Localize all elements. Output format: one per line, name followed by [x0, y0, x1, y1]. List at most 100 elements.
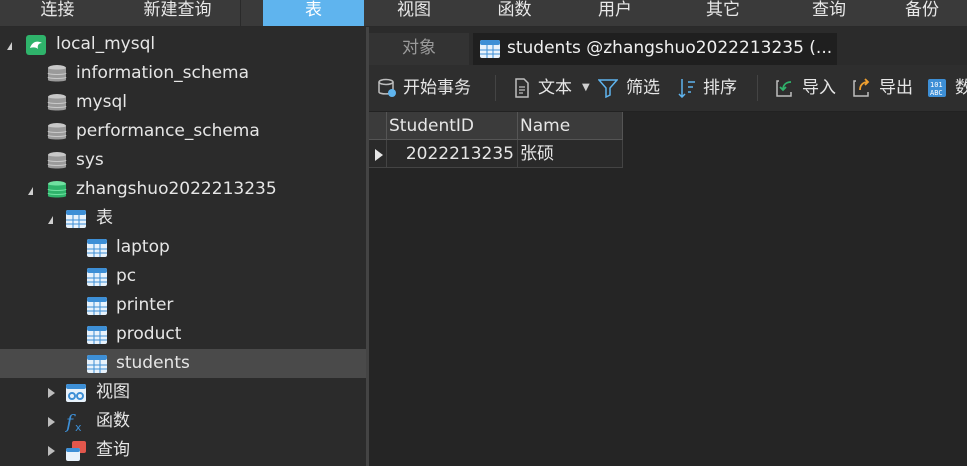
tree-label: 视图	[96, 382, 130, 402]
tree-label: laptop	[116, 237, 170, 257]
database-open-icon	[47, 181, 67, 198]
expand-arrow-icon[interactable]	[7, 42, 12, 50]
toolbar-divider	[757, 75, 758, 101]
table-cell[interactable]: 张硕	[518, 140, 623, 168]
tree-item-functions-group[interactable]: f x 函数	[0, 407, 366, 436]
grid-corner	[369, 112, 387, 140]
tree-item-tables-group[interactable]: 表	[0, 204, 366, 233]
tree-item-table[interactable]: product	[0, 320, 366, 349]
menu-queries[interactable]: 查询	[781, 0, 877, 26]
table-icon	[87, 297, 107, 315]
tree-label: product	[116, 324, 182, 344]
tab-objects[interactable]: 对象	[369, 33, 469, 65]
data-grid: StudentID Name 2022213235 张硕	[369, 112, 967, 466]
filter-button[interactable]: 筛选	[598, 75, 666, 101]
menu-tables[interactable]: 表	[263, 0, 364, 26]
column-header-name[interactable]: Name	[518, 112, 623, 140]
tab-label: 对象	[402, 38, 436, 58]
collapse-arrow-icon[interactable]	[48, 417, 55, 427]
tree-label: information_schema	[76, 63, 250, 83]
view-folder-icon	[66, 384, 86, 402]
tree-item-connection[interactable]: local_mysql	[0, 30, 366, 59]
expand-arrow-icon[interactable]	[28, 187, 33, 195]
chevron-down-icon: ▼	[582, 82, 590, 93]
data-generation-button[interactable]: 101 ABC 数	[927, 75, 967, 101]
table-icon	[87, 355, 107, 373]
menu-functions[interactable]: 函数	[464, 0, 565, 26]
tree-item-database[interactable]: mysql	[0, 88, 366, 117]
query-folder-icon	[66, 441, 86, 461]
svg-text:ABC: ABC	[930, 89, 943, 97]
sort-button[interactable]: 排序	[677, 75, 747, 101]
table-cell[interactable]: 2022213235	[387, 140, 518, 168]
tree-item-table[interactable]: pc	[0, 262, 366, 291]
toolbar-label: 文本	[538, 78, 572, 98]
tree-item-views-group[interactable]: 视图	[0, 378, 366, 407]
collapse-arrow-icon[interactable]	[48, 446, 55, 456]
tree-label: mysql	[76, 92, 127, 112]
toolbar-label: 导出	[879, 78, 913, 98]
table-icon	[480, 40, 500, 58]
table-icon	[87, 326, 107, 344]
tree-label: pc	[116, 266, 137, 286]
tab-students-table[interactable]: students @zhangshuo2022213235 (...	[473, 33, 837, 65]
tab-bar: 对象 students @zhangshuo2022213235 (...	[369, 27, 967, 65]
menu-users[interactable]: 用户	[565, 0, 665, 26]
tree-label: local_mysql	[56, 34, 156, 54]
collapse-arrow-icon[interactable]	[48, 388, 55, 398]
menu-backup[interactable]: 备份	[877, 0, 967, 26]
toolbar-divider	[495, 75, 496, 101]
begin-transaction-button[interactable]: 开始事务	[377, 75, 485, 101]
menu-others[interactable]: 其它	[665, 0, 781, 26]
menu-new-query[interactable]: 新建查询	[115, 0, 240, 26]
import-icon	[776, 80, 792, 97]
table-icon	[87, 268, 107, 286]
toolbar-label: 导入	[802, 78, 836, 98]
tree-label: performance_schema	[76, 121, 260, 141]
database-icon	[47, 123, 67, 140]
current-row-marker-icon	[375, 149, 383, 161]
database-icon	[47, 94, 67, 111]
table-folder-icon	[66, 210, 86, 228]
filter-icon	[598, 79, 618, 98]
tree-item-queries-group[interactable]: 查询	[0, 436, 366, 465]
toolbar-label: 筛选	[626, 78, 660, 98]
table-toolbar: 开始事务 文本 ▼ 筛选 排序 导入 导出 101 ABC 数	[369, 65, 967, 112]
database-icon	[47, 152, 67, 169]
tree-item-database-open[interactable]: zhangshuo2022213235	[0, 175, 366, 204]
data-icon: 101 ABC	[928, 79, 946, 97]
tree-item-table[interactable]: printer	[0, 291, 366, 320]
tree-label: zhangshuo2022213235	[76, 179, 277, 199]
tree-label: 查询	[96, 440, 130, 460]
export-button[interactable]: 导出	[851, 75, 919, 101]
toolbar-label: 数	[955, 78, 967, 98]
tree-label: 函数	[96, 411, 130, 431]
table-icon	[87, 239, 107, 257]
tree-item-database[interactable]: performance_schema	[0, 117, 366, 146]
svg-text:101: 101	[930, 81, 943, 89]
tree-item-table-selected[interactable]: students	[0, 349, 366, 378]
document-icon	[515, 78, 529, 98]
column-header-studentid[interactable]: StudentID	[387, 112, 518, 140]
tree-item-table[interactable]: laptop	[0, 233, 366, 262]
tree-item-database[interactable]: sys	[0, 146, 366, 175]
sort-icon	[678, 79, 695, 98]
toolbar-label: 开始事务	[403, 78, 471, 98]
transaction-icon	[378, 78, 396, 97]
row-selector[interactable]	[369, 140, 387, 168]
expand-arrow-icon[interactable]	[48, 216, 53, 224]
tree-label: sys	[76, 150, 104, 170]
menu-connect[interactable]: 连接	[0, 0, 115, 26]
tree-item-database[interactable]: information_schema	[0, 59, 366, 88]
tree-label: students	[116, 353, 190, 373]
menu-divider	[240, 0, 241, 26]
navigation-sidebar: local_mysql information_schema mysql per…	[0, 27, 366, 466]
menu-views[interactable]: 视图	[364, 0, 464, 26]
export-icon	[853, 78, 870, 97]
import-button[interactable]: 导入	[774, 75, 844, 101]
tree-label: 表	[96, 208, 113, 228]
text-view-button[interactable]: 文本 ▼	[512, 75, 594, 101]
mysql-connection-icon	[26, 35, 46, 55]
function-folder-icon: f x	[65, 411, 82, 433]
tree-label: printer	[116, 295, 174, 315]
